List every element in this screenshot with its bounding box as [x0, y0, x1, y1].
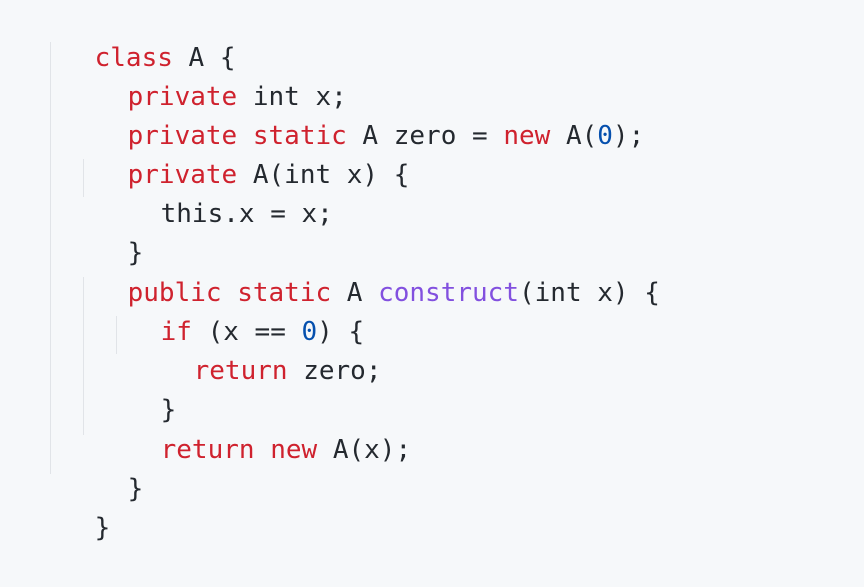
code-block: class A { private int x; private static …	[0, 0, 864, 543]
code-token: new	[270, 435, 318, 465]
code-line-3: private static A zero = new A(0);	[65, 78, 645, 151]
code-line-12: }	[65, 431, 144, 504]
code-line-9: return zero;	[131, 313, 382, 386]
code-token: );	[612, 121, 645, 151]
code-token: (int x) {	[518, 278, 660, 308]
code-token: return	[193, 356, 288, 386]
code-line-6: }	[65, 195, 144, 268]
code-line-2: private int x;	[65, 39, 347, 112]
code-token: }	[127, 474, 144, 504]
code-token: zero;	[287, 356, 382, 386]
code-line-7: public static A construct(int x) {	[65, 235, 660, 308]
code-token: new	[503, 121, 551, 151]
code-line-11: return new A(x);	[98, 392, 411, 465]
code-token: A(x);	[317, 435, 412, 465]
code-token: A(	[550, 121, 598, 151]
code-token: construct	[378, 278, 519, 308]
code-token: return	[160, 435, 255, 465]
code-token: }	[94, 513, 111, 543]
code-line-8: if (x == 0) {	[98, 274, 365, 347]
code-token: this.x = x;	[160, 199, 333, 229]
code-line-13: }	[32, 470, 111, 543]
code-line-1: class A {	[32, 0, 236, 73]
code-line-10: }	[98, 352, 177, 425]
code-token: 0	[597, 121, 613, 151]
code-line-4: private A(int x) {	[65, 117, 410, 190]
code-line-5: this.x = x;	[98, 156, 333, 229]
